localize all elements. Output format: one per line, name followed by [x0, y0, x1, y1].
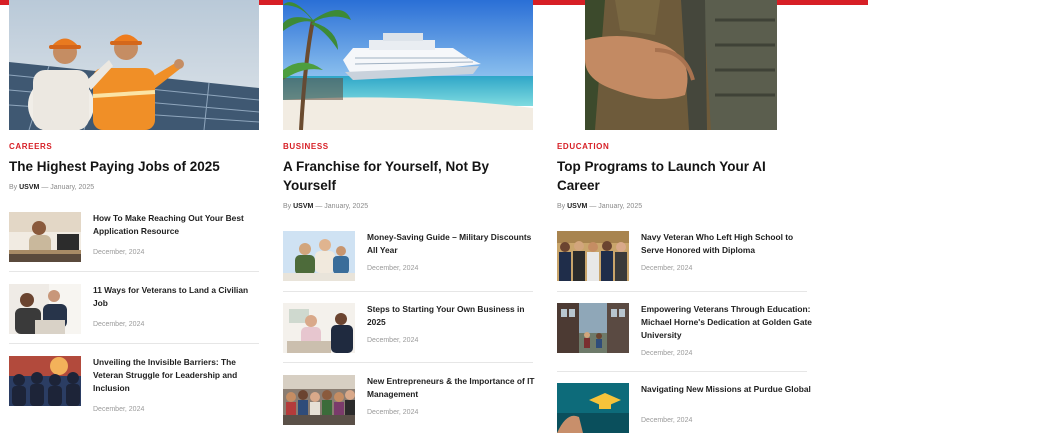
thumbnail-navy-ceremony[interactable]: [557, 231, 629, 281]
thumbnail-military-family[interactable]: [283, 231, 355, 281]
byline-author[interactable]: USVM: [19, 184, 39, 191]
thumbnail-man-at-desk[interactable]: [9, 212, 81, 262]
item-title[interactable]: 11 Ways for Veterans to Land a Civilian …: [93, 284, 265, 310]
list-item[interactable]: Navigating New Missions at Purdue Global…: [557, 383, 811, 443]
item-date: December, 2024: [367, 337, 419, 344]
item-title[interactable]: How To Make Reaching Out Your Best Appli…: [93, 212, 265, 238]
byline-prefix: By: [557, 203, 566, 210]
thumbnail-university-campus[interactable]: [557, 303, 629, 353]
thumbnail-business-meeting[interactable]: [283, 303, 355, 353]
list-item[interactable]: How To Make Reaching Out Your Best Appli…: [9, 212, 259, 272]
article-byline: By USVM — January, 2025: [9, 184, 94, 191]
article-byline: By USVM — January, 2025: [283, 203, 368, 210]
item-title[interactable]: Navigating New Missions at Purdue Global: [641, 383, 813, 396]
list-item[interactable]: 11 Ways for Veterans to Land a Civilian …: [9, 284, 259, 344]
item-divider: [283, 291, 533, 292]
item-date: December, 2024: [641, 265, 693, 272]
item-title[interactable]: Unveiling the Invisible Barriers: The Ve…: [93, 356, 265, 395]
item-divider: [9, 343, 259, 344]
hero-image-soldier-backpack[interactable]: [585, 0, 777, 130]
article-byline: By USVM — January, 2025: [557, 203, 642, 210]
item-date: December, 2024: [367, 265, 419, 272]
category-label[interactable]: CAREERS: [9, 142, 52, 151]
item-date: December, 2024: [93, 321, 145, 328]
hero-image-cruise-beach[interactable]: [283, 0, 533, 130]
byline-dash: —: [41, 184, 49, 191]
list-item[interactable]: Navy Veteran Who Left High School to Ser…: [557, 231, 807, 291]
list-item[interactable]: Steps to Starting Your Own Business in 2…: [283, 303, 533, 363]
thumbnail-veterans-group[interactable]: [9, 356, 81, 406]
item-divider: [557, 371, 807, 372]
list-item[interactable]: Empowering Veterans Through Education: M…: [557, 303, 812, 363]
list-item[interactable]: Unveiling the Invisible Barriers: The Ve…: [9, 356, 259, 416]
article-headline[interactable]: Top Programs to Launch Your AI Career: [557, 157, 809, 195]
item-date: December, 2024: [641, 350, 693, 357]
item-divider: [9, 271, 259, 272]
list-item[interactable]: New Entrepreneurs & the Importance of IT…: [283, 375, 535, 435]
article-headline[interactable]: The Highest Paying Jobs of 2025: [9, 157, 261, 176]
byline-prefix: By: [283, 203, 292, 210]
hero-image-solar-workers[interactable]: [9, 0, 259, 130]
item-date: December, 2024: [93, 249, 145, 256]
item-date: December, 2024: [641, 417, 693, 424]
article-headline[interactable]: A Franchise for Yourself, Not By Yoursel…: [283, 157, 535, 195]
list-item[interactable]: Money-Saving Guide – Military Discounts …: [283, 231, 533, 291]
item-title[interactable]: Navy Veteran Who Left High School to Ser…: [641, 231, 813, 257]
byline-dash: —: [589, 203, 597, 210]
item-title[interactable]: New Entrepreneurs & the Importance of IT…: [367, 375, 539, 401]
item-title[interactable]: Money-Saving Guide – Military Discounts …: [367, 231, 539, 257]
byline-author[interactable]: USVM: [293, 203, 313, 210]
item-title[interactable]: Steps to Starting Your Own Business in 2…: [367, 303, 539, 329]
item-date: December, 2024: [93, 406, 145, 413]
thumbnail-crowd-event[interactable]: [283, 375, 355, 425]
byline-date: January, 2025: [324, 203, 369, 210]
thumbnail-graduation-cap-icon[interactable]: [557, 383, 629, 433]
category-label[interactable]: EDUCATION: [557, 142, 609, 151]
byline-date: January, 2025: [50, 184, 95, 191]
category-label[interactable]: BUSINESS: [283, 142, 329, 151]
thumbnail-interview[interactable]: [9, 284, 81, 334]
byline-prefix: By: [9, 184, 18, 191]
item-date: December, 2024: [367, 409, 419, 416]
item-divider: [283, 362, 533, 363]
item-divider: [557, 291, 807, 292]
byline-author[interactable]: USVM: [567, 203, 587, 210]
byline-dash: —: [315, 203, 323, 210]
item-title[interactable]: Empowering Veterans Through Education: M…: [641, 303, 813, 342]
byline-date: January, 2025: [598, 203, 643, 210]
